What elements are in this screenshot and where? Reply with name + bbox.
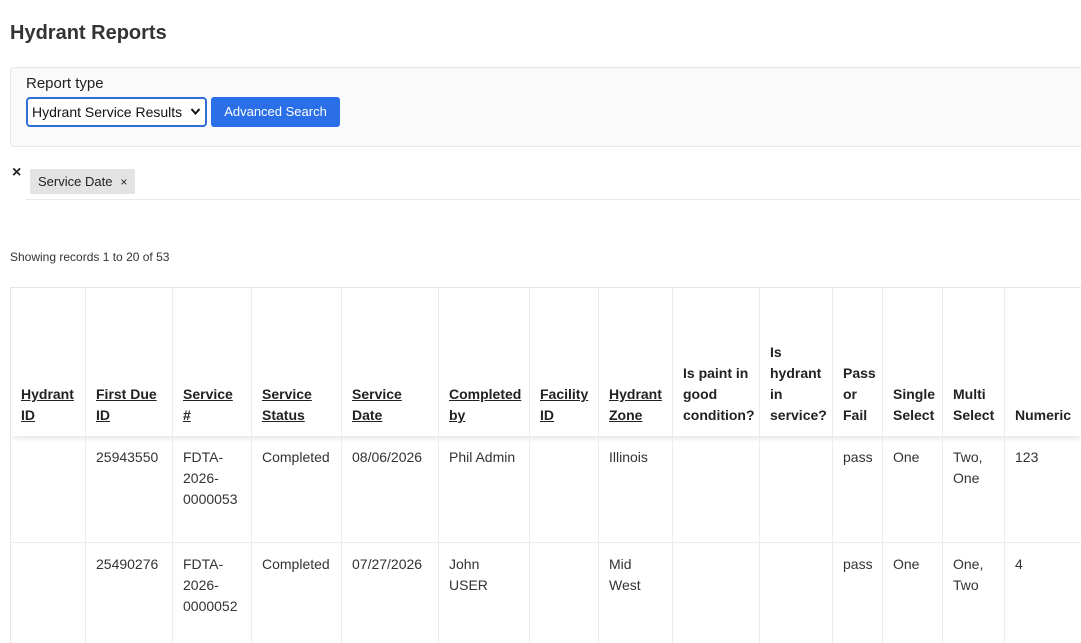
cell-completed-by: Phil Admin	[439, 436, 530, 542]
cell-hydrant-zone: Illinois	[599, 436, 673, 542]
cell-first-due-id: 25490276	[86, 542, 173, 643]
column-header-facility-id[interactable]: Facility ID	[530, 288, 599, 436]
cell-service-status: Completed	[252, 542, 342, 643]
page-title: Hydrant Reports	[10, 22, 167, 45]
advanced-search-button[interactable]: Advanced Search	[211, 97, 340, 127]
cell-in-service	[760, 436, 833, 542]
table-row[interactable]: 25943550 FDTA-2026-0000053 Completed 08/…	[11, 436, 1081, 542]
cell-numeric: 4	[1005, 542, 1081, 643]
cell-paint-condition	[673, 436, 760, 542]
cell-service-status: Completed	[252, 436, 342, 542]
report-type-label: Report type	[26, 75, 104, 92]
results-table: Hydrant ID First Due ID Service # Servic…	[10, 288, 1081, 643]
column-header-multi-select: Multi Select	[943, 288, 1005, 436]
column-header-hydrant-zone[interactable]: Hydrant Zone	[599, 288, 673, 436]
cell-hydrant-id	[11, 436, 86, 542]
records-summary: Showing records 1 to 20 of 53	[10, 250, 169, 264]
column-header-single-select: Single Select	[883, 288, 943, 436]
column-header-pass-fail: Pass or Fail	[833, 288, 883, 436]
cell-service-number: FDTA-2026-0000053	[173, 436, 252, 542]
cell-multi-select: Two, One	[943, 436, 1005, 542]
cell-first-due-id: 25943550	[86, 436, 173, 542]
cell-service-date: 08/06/2026	[342, 436, 439, 542]
column-header-numeric: Numeric	[1005, 288, 1081, 436]
table-row[interactable]: 25490276 FDTA-2026-0000052 Completed 07/…	[11, 542, 1081, 643]
report-type-panel: Report type Hydrant Service Results Adva…	[10, 67, 1081, 147]
cell-single-select: One	[883, 436, 943, 542]
column-header-service-status[interactable]: Service Status	[252, 288, 342, 436]
report-type-select[interactable]: Hydrant Service Results	[26, 97, 207, 127]
column-header-service-number[interactable]: Service #	[173, 288, 252, 436]
results-table-container: Hydrant ID First Due ID Service # Servic…	[10, 287, 1081, 643]
cell-facility-id	[530, 436, 599, 542]
cell-service-date: 07/27/2026	[342, 542, 439, 643]
column-header-service-date[interactable]: Service Date	[342, 288, 439, 436]
cell-in-service	[760, 542, 833, 643]
cell-pass-fail: pass	[833, 436, 883, 542]
filter-chip-service-date: Service Date ×	[30, 169, 135, 194]
column-header-completed-by[interactable]: Completed by	[439, 288, 530, 436]
cell-numeric: 123	[1005, 436, 1081, 542]
report-type-selected-value: Hydrant Service Results	[32, 104, 182, 120]
chevron-down-icon	[190, 99, 201, 135]
clear-filters-icon[interactable]: ×	[12, 164, 21, 182]
column-header-in-service: Is hydrant in service?	[760, 288, 833, 436]
filter-divider	[26, 199, 1081, 200]
cell-completed-by: John USER	[439, 542, 530, 643]
cell-single-select: One	[883, 542, 943, 643]
cell-hydrant-zone: Mid West	[599, 542, 673, 643]
filter-chip-label: Service Date	[38, 174, 112, 189]
column-header-first-due-id[interactable]: First Due ID	[86, 288, 173, 436]
cell-pass-fail: pass	[833, 542, 883, 643]
cell-hydrant-id	[11, 542, 86, 643]
cell-multi-select: One, Two	[943, 542, 1005, 643]
cell-facility-id	[530, 542, 599, 643]
cell-service-number: FDTA-2026-0000052	[173, 542, 252, 643]
cell-paint-condition	[673, 542, 760, 643]
column-header-paint-condition: Is paint in good condition?	[673, 288, 760, 436]
table-header-row: Hydrant ID First Due ID Service # Servic…	[11, 288, 1081, 436]
remove-filter-icon[interactable]: ×	[120, 175, 127, 189]
column-header-hydrant-id[interactable]: Hydrant ID	[11, 288, 86, 436]
